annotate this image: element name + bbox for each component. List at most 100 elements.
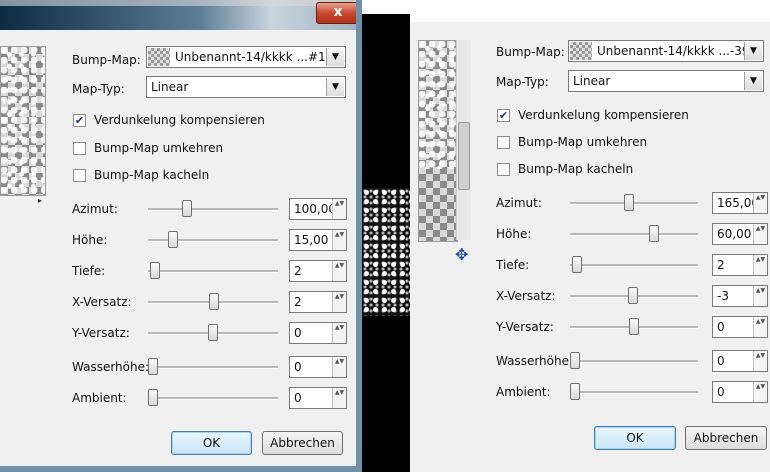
left-param-slider-track[interactable] [148, 208, 278, 211]
spin-arrows-icon[interactable]: ▲▼ [332, 261, 346, 281]
right-param-label: Tiefe: [496, 258, 530, 272]
left-param-slider-knob[interactable] [148, 358, 158, 375]
right-check-invert[interactable] [497, 136, 510, 149]
left-param-slider-knob[interactable] [208, 324, 218, 341]
right-param-slider-knob[interactable] [627, 287, 638, 304]
left-param-slider-knob[interactable] [181, 200, 192, 217]
spin-arrows-icon[interactable]: ▲▼ [332, 199, 346, 219]
right-param-slider-knob[interactable] [570, 352, 580, 369]
right-check-tile[interactable] [497, 163, 510, 176]
left-check-tile-label: Bump-Map kacheln [94, 168, 210, 182]
right-param-spinbox[interactable]: 0 ▲▼ [712, 381, 768, 403]
right-param-slider-knob[interactable] [570, 383, 580, 400]
right-param-slider-track[interactable] [570, 233, 698, 236]
right-param-slider-track[interactable] [570, 391, 698, 394]
spin-arrows-icon[interactable]: ▲▼ [332, 357, 346, 377]
right-param-value: 0 [717, 354, 725, 368]
right-param-label: Azimut: [496, 196, 542, 210]
right-param-slider-knob[interactable] [629, 318, 639, 335]
left-maptype-combo[interactable]: Linear ▼ [146, 76, 346, 98]
right-maptype-combo[interactable]: Linear ▼ [568, 70, 764, 92]
left-param-value: 2 [294, 295, 302, 309]
left-maptype-value: Linear [151, 80, 189, 94]
spin-arrows-icon[interactable]: ▲▼ [753, 317, 767, 337]
right-maptype-label: Map-Typ: [496, 75, 549, 89]
left-dialog-frame-bottom [0, 466, 362, 472]
left-param-slider-track[interactable] [148, 397, 278, 400]
left-param-spinbox[interactable]: 2 ▲▼ [289, 260, 347, 282]
left-bumpmap-label: Bump-Map: [72, 53, 141, 67]
right-param-label: Wasserhöhe: [496, 354, 574, 368]
chevron-down-icon[interactable]: ▼ [744, 72, 762, 90]
canvas-lace-pattern [362, 188, 410, 316]
ruler-strip [0, 0, 362, 6]
right-param-value: 60,00 [717, 227, 752, 241]
right-preview-scroll-thumb[interactable] [458, 122, 470, 190]
right-param-spinbox[interactable]: 60,00 ▲▼ [712, 223, 768, 245]
right-param-slider-knob[interactable] [624, 194, 635, 211]
right-param-value: 2 [717, 258, 725, 272]
left-param-label: Tiefe: [72, 264, 106, 278]
right-bumpmap-combo[interactable]: Unbenannt-14/kkkk ...-39 ▼ [568, 40, 764, 62]
left-check-tile[interactable] [73, 169, 86, 182]
left-cancel-button[interactable]: Abbrechen [262, 431, 343, 455]
spin-arrows-icon[interactable]: ▲▼ [332, 323, 346, 343]
left-param-spinbox[interactable]: 0 ▲▼ [289, 356, 347, 378]
right-param-spinbox[interactable]: 0 ▲▼ [712, 350, 768, 372]
right-param-slider-track[interactable] [570, 360, 698, 363]
left-param-slider-knob[interactable] [148, 389, 158, 406]
move-icon[interactable]: ✥ [455, 245, 468, 264]
spin-arrows-icon[interactable]: ▲▼ [332, 230, 346, 250]
left-check-compensate[interactable]: ✔ [73, 114, 86, 127]
spin-arrows-icon[interactable]: ▲▼ [753, 255, 767, 275]
left-param-slider-track[interactable] [148, 270, 278, 273]
right-param-slider-knob[interactable] [572, 256, 583, 273]
left-preview-arrow-icon[interactable]: ▸ [38, 196, 42, 205]
spin-arrows-icon[interactable]: ▲▼ [753, 382, 767, 402]
left-param-spinbox[interactable]: 0 ▲▼ [289, 387, 347, 409]
right-param-spinbox[interactable]: 2 ▲▼ [712, 254, 768, 276]
left-dialog: x ▸ Bump-Map: Unbenannt-14/kkkk ...#1-51… [0, 0, 363, 472]
right-param-slider-knob[interactable] [649, 225, 660, 242]
close-button[interactable]: x [316, 2, 360, 24]
left-check-invert[interactable] [73, 142, 86, 155]
spin-arrows-icon[interactable]: ▲▼ [753, 224, 767, 244]
left-param-spinbox[interactable]: 100,00 ▲▼ [289, 198, 347, 220]
left-param-spinbox[interactable]: 2 ▲▼ [289, 291, 347, 313]
right-param-spinbox[interactable]: 165,00 ▲▼ [712, 192, 768, 214]
left-param-slider-knob[interactable] [150, 262, 161, 279]
spin-arrows-icon[interactable]: ▲▼ [753, 286, 767, 306]
right-param-slider-track[interactable] [570, 264, 698, 267]
right-preview-pattern [419, 41, 457, 169]
right-check-compensate[interactable]: ✔ [497, 109, 510, 122]
left-bumpmap-combo[interactable]: Unbenannt-14/kkkk ...#1-51 ▼ [146, 46, 346, 68]
right-ok-button[interactable]: OK [594, 426, 676, 450]
chevron-down-icon[interactable]: ▼ [326, 48, 344, 66]
left-param-value: 0 [294, 391, 302, 405]
right-preview[interactable] [418, 40, 458, 242]
chevron-down-icon[interactable]: ▼ [326, 78, 344, 96]
left-param-slider-knob[interactable] [168, 231, 179, 248]
spin-arrows-icon[interactable]: ▲▼ [753, 193, 767, 213]
right-bumpmap-label: Bump-Map: [496, 45, 565, 59]
right-param-spinbox[interactable]: -3 ▲▼ [712, 285, 768, 307]
left-param-spinbox[interactable]: 0 ▲▼ [289, 322, 347, 344]
right-param-spinbox[interactable]: 0 ▲▼ [712, 316, 768, 338]
right-param-value: 0 [717, 320, 725, 334]
left-param-spinbox[interactable]: 15,00 ▲▼ [289, 229, 347, 251]
chevron-down-icon[interactable]: ▼ [744, 42, 762, 60]
right-check-tile-label: Bump-Map kacheln [518, 162, 634, 176]
left-ok-button[interactable]: OK [171, 431, 252, 455]
left-maptype-label: Map-Typ: [72, 82, 125, 96]
left-param-label: X-Versatz: [72, 295, 132, 309]
spin-arrows-icon[interactable]: ▲▼ [332, 292, 346, 312]
spin-arrows-icon[interactable]: ▲▼ [753, 351, 767, 371]
left-preview[interactable] [0, 46, 46, 196]
spin-arrows-icon[interactable]: ▲▼ [332, 388, 346, 408]
right-param-value: 0 [717, 385, 725, 399]
right-param-label: Ambient: [496, 385, 551, 399]
left-param-slider-knob[interactable] [209, 293, 220, 310]
right-cancel-button[interactable]: Abbrechen [685, 426, 767, 450]
left-param-slider-track[interactable] [148, 366, 278, 369]
left-check-invert-label: Bump-Map umkehren [94, 141, 224, 155]
